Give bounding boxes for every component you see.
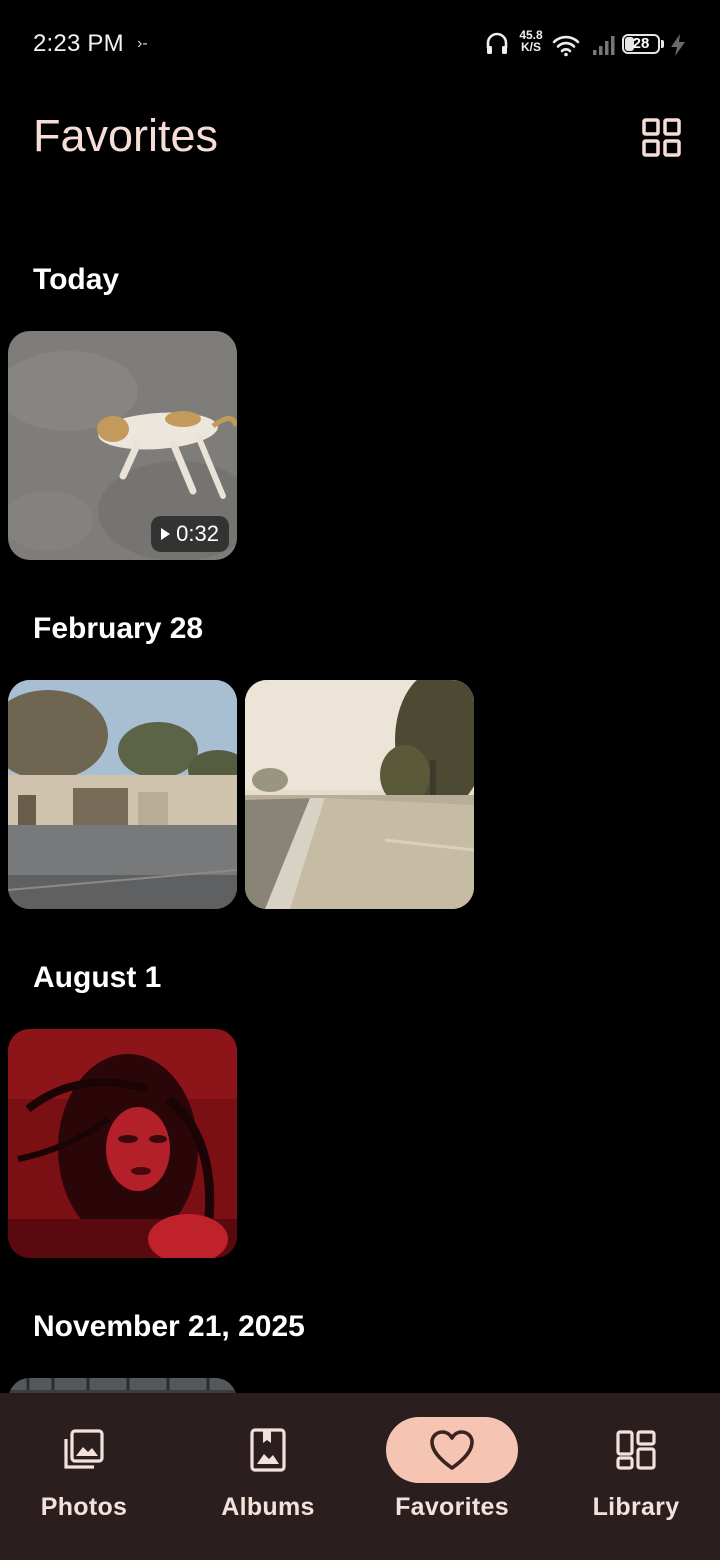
nav-albums-icon-container: [202, 1417, 334, 1483]
red-portrait-image: [8, 1029, 237, 1258]
nav-photos-icon-container: [18, 1417, 150, 1483]
battery-icon: 28: [622, 34, 660, 54]
status-notification-icon: ›-: [137, 35, 148, 52]
status-time: 2:23 PM: [33, 30, 124, 57]
media-thumbnail-photo[interactable]: [8, 680, 237, 909]
albums-icon: [250, 1428, 286, 1472]
nav-label-photos: Photos: [40, 1493, 128, 1521]
media-thumbnail-photo[interactable]: [245, 680, 474, 909]
section-title-today: Today: [33, 263, 120, 296]
video-duration-badge: 0:32: [151, 516, 229, 552]
road-photo-image: [245, 680, 474, 909]
section-title-november-21-2025: November 21, 2025: [33, 1310, 305, 1343]
play-icon: [161, 528, 171, 540]
grid-view-icon: [642, 118, 681, 157]
page-title: Favorites: [33, 110, 219, 161]
battery-level: 28: [632, 35, 650, 52]
heart-icon: [430, 1430, 474, 1470]
street-photo-image: [8, 680, 237, 909]
network-speed: 45.8 K/S: [516, 29, 546, 53]
charging-icon: [671, 34, 685, 56]
status-bar: 2:23 PM ›- 45.8 K/S 28: [0, 0, 720, 90]
nav-item-library[interactable]: Library: [546, 1393, 720, 1560]
nav-favorites-active-pill: [386, 1417, 518, 1483]
nav-library-icon-container: [570, 1417, 702, 1483]
signal-icon: [593, 36, 615, 55]
section-title-august-1: August 1: [33, 961, 162, 994]
grid-view-button[interactable]: [642, 118, 682, 158]
nav-label-albums: Albums: [221, 1493, 315, 1521]
section-title-february-28: February 28: [33, 612, 204, 645]
nav-item-photos[interactable]: Photos: [0, 1393, 174, 1560]
favorites-screen: 2:23 PM ›- 45.8 K/S 28 Favorites Today 0…: [0, 0, 720, 1560]
wifi-icon: [552, 35, 580, 57]
nav-label-library: Library: [592, 1493, 680, 1521]
nav-item-albums[interactable]: Albums: [178, 1393, 358, 1560]
nav-label-favorites: Favorites: [395, 1493, 509, 1521]
headphones-icon: [486, 32, 508, 54]
media-thumbnail-video[interactable]: 0:32: [8, 331, 237, 560]
nav-item-favorites[interactable]: Favorites: [362, 1393, 542, 1560]
video-duration: 0:32: [176, 521, 219, 546]
battery-nub: [661, 40, 664, 48]
media-thumbnail-photo[interactable]: [8, 1029, 237, 1258]
library-icon: [616, 1430, 656, 1470]
photos-icon: [64, 1429, 104, 1469]
bottom-navigation: Photos Albums Favorites Library: [0, 1393, 720, 1560]
network-speed-unit: K/S: [520, 40, 541, 54]
